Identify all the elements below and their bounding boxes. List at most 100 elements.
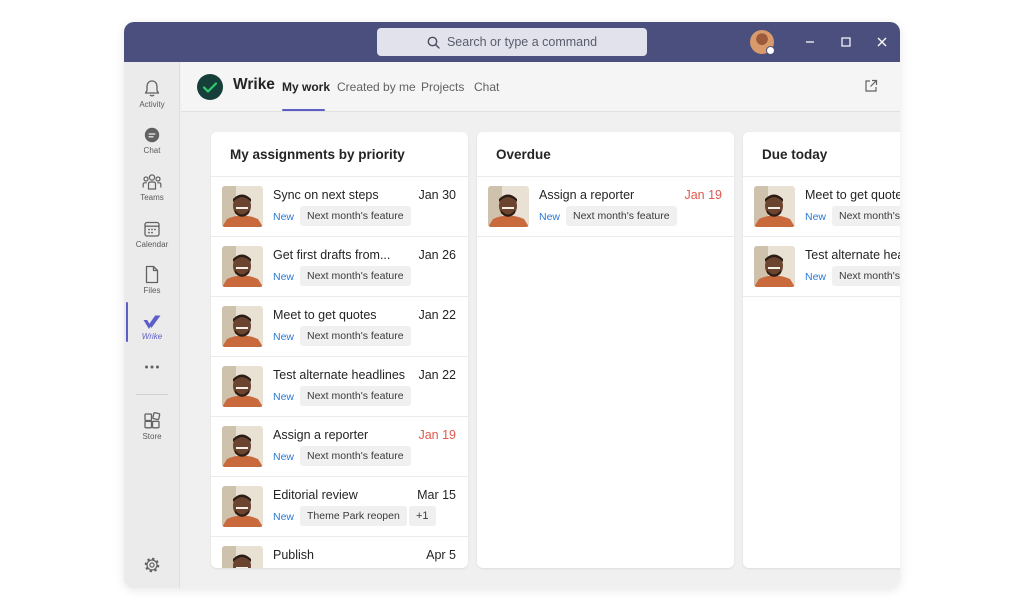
assignee-avatar: [754, 246, 795, 287]
task-title: Assign a reporter: [273, 428, 369, 442]
status-label: New: [273, 511, 295, 523]
title-bar: Search or type a command: [124, 22, 900, 62]
due-date: Jan 22: [418, 368, 456, 382]
rail-item-store[interactable]: Store: [124, 408, 180, 452]
task-card[interactable]: Test alternate headlines Jan 22 New Next…: [211, 357, 468, 417]
more-tags-badge[interactable]: +1: [409, 506, 436, 526]
assignee-avatar: [222, 186, 263, 227]
settings-icon: [144, 557, 160, 573]
due-date: Jan 19: [418, 428, 456, 442]
app-rail: Activity Chat Teams Calendar Files Wrike: [124, 62, 180, 588]
project-tag[interactable]: Next month's feature: [300, 386, 411, 406]
settings-button[interactable]: [124, 554, 180, 580]
assignee-avatar: [754, 186, 795, 227]
status-label: New: [805, 211, 827, 223]
assignee-avatar: [222, 246, 263, 287]
column-my-assignments: My assignments by priority Sync on next …: [211, 132, 468, 568]
rail-label: Files: [143, 286, 161, 295]
project-tag[interactable]: Next month's feature: [832, 206, 900, 226]
due-date: Jan 30: [418, 188, 456, 202]
rail-divider: [136, 394, 168, 395]
maximize-icon[interactable]: [836, 32, 856, 52]
status-label: New: [273, 451, 295, 463]
search-box[interactable]: Search or type a command: [377, 28, 647, 56]
tab-created-by-me[interactable]: Created by me: [337, 80, 416, 94]
column-title: My assignments by priority: [230, 147, 405, 162]
column-due-today: Due today Meet to get quotes New Next mo…: [743, 132, 900, 568]
task-card[interactable]: Get first drafts from... Jan 26 New Next…: [211, 237, 468, 297]
project-tag[interactable]: Next month's feature: [300, 446, 411, 466]
teams-icon: [142, 174, 162, 190]
project-tag[interactable]: Next month's feature: [832, 266, 900, 286]
store-icon: [144, 412, 161, 429]
status-label: New: [273, 391, 295, 403]
status-label: New: [273, 211, 295, 223]
rail-item-wrike[interactable]: Wrike: [124, 308, 180, 352]
more-apps-button[interactable]: [124, 350, 180, 378]
task-card[interactable]: Test alternate headlines New Next month'…: [743, 237, 900, 297]
due-date: Jan 22: [418, 308, 456, 322]
due-date: Jan 19: [684, 188, 722, 202]
column-overdue: Overdue Assign a reporter Jan 19 New Nex…: [477, 132, 734, 568]
task-title: Meet to get quotes: [805, 188, 900, 202]
popout-icon[interactable]: [864, 79, 878, 93]
task-title: Get first drafts from...: [273, 248, 391, 262]
project-tag[interactable]: Next month's feature: [300, 326, 411, 346]
minimize-icon[interactable]: [800, 32, 820, 52]
rail-item-chat[interactable]: Chat: [124, 122, 180, 166]
tab-chat[interactable]: Chat: [474, 80, 499, 94]
calendar-icon: [144, 221, 160, 237]
board: My assignments by priority Sync on next …: [181, 113, 900, 588]
task-title: Sync on next steps: [273, 188, 379, 202]
task-card[interactable]: Meet to get quotes New Next month's feat…: [743, 177, 900, 237]
tab-projects[interactable]: Projects: [421, 80, 464, 94]
active-tab-indicator: [282, 109, 325, 111]
task-card[interactable]: Publish Apr 5: [211, 537, 468, 568]
tab-my-work[interactable]: My work: [282, 80, 330, 94]
task-title: Meet to get quotes: [273, 308, 377, 322]
teams-window: Search or type a command Activity Chat T…: [124, 22, 900, 588]
task-card[interactable]: Assign a reporter Jan 19 New Next month'…: [211, 417, 468, 477]
app-name: Wrike: [233, 76, 275, 93]
rail-label: Activity: [139, 100, 165, 109]
status-label: New: [539, 211, 561, 223]
wrike-logo: [197, 74, 223, 100]
more-icon: [145, 365, 159, 369]
rail-item-activity[interactable]: Activity: [124, 76, 180, 120]
checkmark-icon: [203, 81, 217, 93]
assignee-avatar: [222, 306, 263, 347]
due-date: Jan 26: [418, 248, 456, 262]
project-tag[interactable]: Next month's feature: [300, 266, 411, 286]
search-icon: [427, 36, 440, 49]
file-icon: [145, 265, 159, 284]
rail-item-calendar[interactable]: Calendar: [124, 216, 180, 260]
task-card[interactable]: Sync on next steps Jan 30 New Next month…: [211, 177, 468, 237]
task-title: Editorial review: [273, 488, 358, 502]
project-tag[interactable]: Next month's feature: [300, 206, 411, 226]
column-title: Due today: [762, 147, 828, 162]
task-card[interactable]: Assign a reporter Jan 19 New Next month'…: [477, 177, 734, 237]
rail-label: Store: [142, 432, 162, 441]
search-placeholder: Search or type a command: [446, 35, 598, 49]
assignee-avatar: [222, 486, 263, 527]
task-title: Test alternate headlines: [273, 368, 406, 382]
rail-label: Chat: [143, 146, 161, 155]
rail-label: Calendar: [135, 240, 169, 249]
assignee-avatar: [488, 186, 529, 227]
presence-indicator: [766, 46, 775, 55]
task-card[interactable]: Meet to get quotes Jan 22 New Next month…: [211, 297, 468, 357]
status-label: New: [273, 331, 295, 343]
bell-icon: [144, 80, 160, 97]
assignee-avatar: [222, 366, 263, 407]
app-header: Wrike My work Created by me Projects Cha…: [181, 62, 900, 112]
project-tag[interactable]: Next month's feature: [566, 206, 677, 226]
status-label: New: [805, 271, 827, 283]
rail-item-teams[interactable]: Teams: [124, 169, 180, 213]
rail-label: Teams: [140, 193, 164, 202]
rail-item-files[interactable]: Files: [124, 262, 180, 306]
task-card[interactable]: Editorial review Mar 15 New Theme Park r…: [211, 477, 468, 537]
task-title: Assign a reporter: [539, 188, 635, 202]
wrike-icon: [143, 315, 161, 329]
close-icon[interactable]: [872, 32, 892, 52]
project-tag[interactable]: Theme Park reopen: [300, 506, 407, 526]
